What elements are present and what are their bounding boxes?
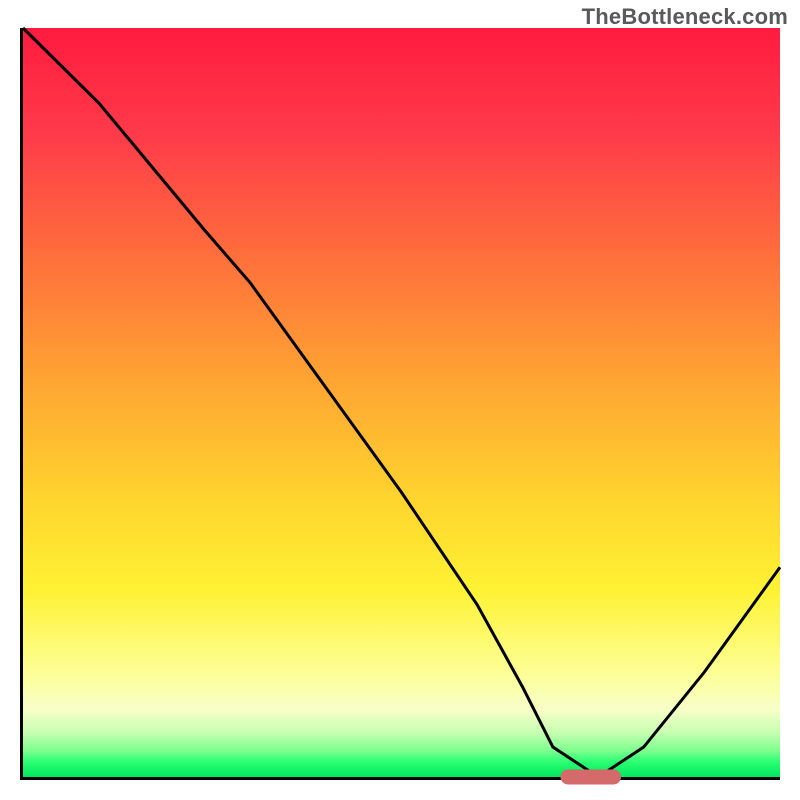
chart-container: TheBottleneck.com [0, 0, 800, 800]
optimum-marker [560, 770, 621, 785]
plot-area [20, 28, 780, 780]
watermark-text: TheBottleneck.com [582, 4, 788, 30]
bottleneck-curve-line [23, 28, 780, 777]
bottleneck-curve-svg [23, 28, 780, 777]
